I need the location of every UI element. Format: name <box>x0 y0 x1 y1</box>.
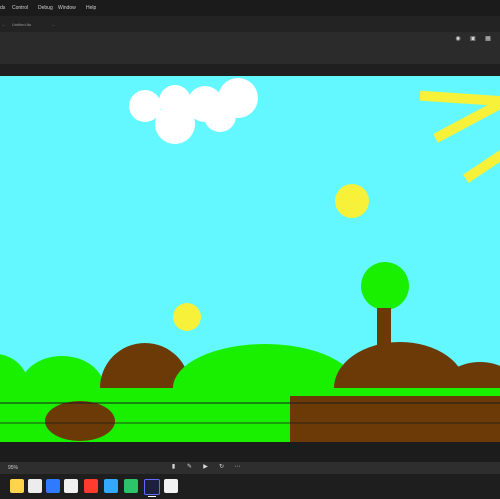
edge-icon[interactable] <box>46 479 60 493</box>
sun-circle-1 <box>335 184 369 218</box>
cloud <box>129 78 258 144</box>
tab-1[interactable]: ... <box>2 22 5 27</box>
menu-item-2[interactable]: Control <box>12 5 28 11</box>
layers-icon[interactable]: ▣ <box>469 35 477 43</box>
more-icon[interactable]: ⋯ <box>234 464 241 471</box>
store-icon[interactable] <box>104 479 118 493</box>
menu-item-4[interactable]: Window <box>58 5 76 11</box>
stage-canvas[interactable] <box>0 76 500 442</box>
tab-2[interactable]: Untitled.fla <box>12 22 31 27</box>
menu-bar: ds Control Debug Window Help <box>0 0 500 16</box>
dirt-patch-1 <box>45 401 115 441</box>
windows-icon[interactable] <box>10 479 24 493</box>
menu-item-3[interactable]: Debug <box>38 5 53 11</box>
tree-top <box>361 262 409 310</box>
taskbar <box>0 474 500 499</box>
animate-icon[interactable] <box>144 479 160 497</box>
toolbar: ◉ ▣ ▦ <box>0 32 500 64</box>
play-icon[interactable]: ▶ <box>202 464 209 471</box>
tab-3[interactable]: ... <box>52 22 55 27</box>
ruler <box>0 64 500 76</box>
menu-item-1[interactable]: ds <box>0 5 5 11</box>
timeline <box>0 442 500 462</box>
stage-svg <box>0 78 500 442</box>
edit-icon[interactable]: ✎ <box>186 464 193 471</box>
snapshot-icon[interactable]: ◉ <box>454 35 462 43</box>
photoshop-icon[interactable] <box>124 479 138 493</box>
sun-rays <box>419 90 500 183</box>
chrome-icon[interactable] <box>84 479 98 493</box>
zoom-level[interactable]: 95% <box>8 465 18 471</box>
menu-item-5[interactable]: Help <box>86 5 96 11</box>
files-icon[interactable] <box>64 479 78 493</box>
grid-icon[interactable]: ▦ <box>484 35 492 43</box>
search-icon[interactable] <box>28 479 42 493</box>
stage-controls: 95% ▮ ✎ ▶ ↻ ⋯ <box>0 462 500 474</box>
tab-bar: ... Untitled.fla ... <box>0 16 500 32</box>
notes-icon[interactable] <box>164 479 178 493</box>
sun-circle-2 <box>173 303 201 331</box>
frame-icon[interactable]: ▮ <box>170 464 177 471</box>
loop-icon[interactable]: ↻ <box>218 464 225 471</box>
